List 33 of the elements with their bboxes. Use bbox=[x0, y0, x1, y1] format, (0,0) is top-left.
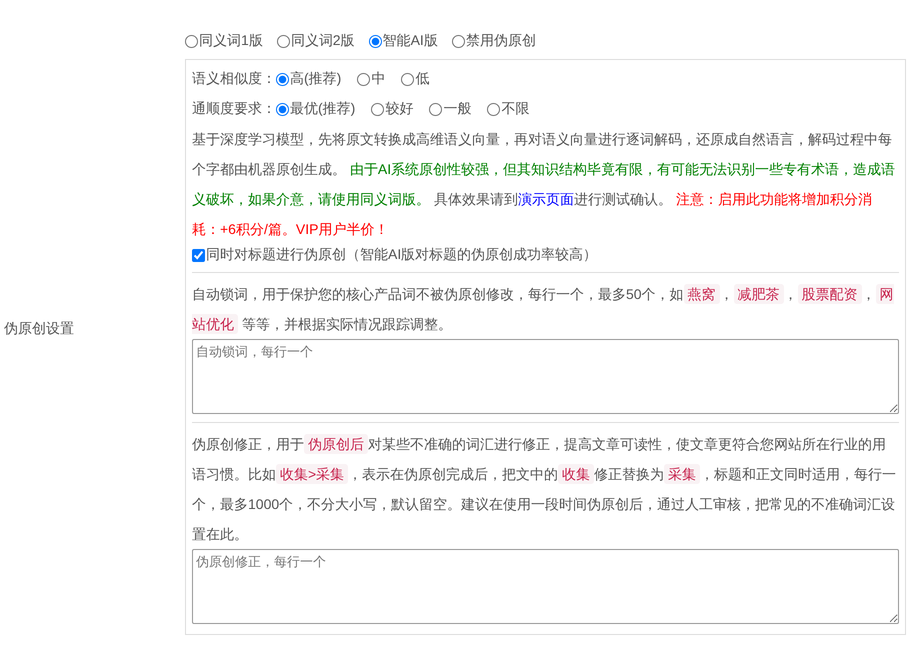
radio-option[interactable]: 同义词2版 bbox=[276, 32, 355, 50]
radio-button[interactable] bbox=[401, 72, 414, 86]
radio-option[interactable]: 低 bbox=[401, 70, 430, 88]
lock-words-field[interactable]: 自动锁词，每行一个 bbox=[192, 339, 899, 414]
setting-label: 语义相似度： bbox=[192, 70, 276, 88]
setting-label: 通顺度要求： bbox=[192, 100, 276, 118]
radio-option[interactable]: 智能AI版 bbox=[368, 32, 438, 50]
radio-button[interactable] bbox=[368, 34, 382, 48]
radio-button[interactable] bbox=[276, 102, 289, 116]
radio-option[interactable]: 禁用伪原创 bbox=[452, 32, 536, 50]
correction-description: 伪原创修正，用于 伪原创后 对某些不准确的词汇进行修正，提高文章可读性，使文章更符合您网站所在行业的用语习惯。比如 收集>采集 ，表示在伪原创完成后，把文中的 收集 修正替换为 采集 ，标题和正文同时适用，每行一个，最多1000个，不分大小写，默认留空。建议在使用一段时间伪原创后，通过人工审核，把常见的不准确词汇设置在此。 bbox=[192, 433, 898, 544]
radio-option[interactable]: 同义词1版 bbox=[185, 32, 263, 50]
ai-description: 基于深度学习模型，先将原文转换成高维语义向量，再对语义向量进行逐词解码，还原成自然语言，解码过程中每个字都由机器原创生成。 由于AI系统原创性较强，但其知识结构毕竟有限，有可能无法识别一些专有术语，造成语义破坏，如果介意，请使用同义词版。 具体效果请到演示页面进行测试确认。 注意：启用此功能将增加积分消耗：+6积分/篇。VIP用户半价！ bbox=[192, 130, 896, 239]
radio-option[interactable]: 较好 bbox=[371, 100, 414, 118]
radio-button[interactable] bbox=[487, 102, 500, 116]
radio-option[interactable]: 不限 bbox=[487, 100, 530, 118]
radio-button[interactable] bbox=[429, 102, 442, 116]
radio-option[interactable]: 一般 bbox=[429, 100, 472, 118]
radio-option[interactable]: 最优(推荐) bbox=[276, 100, 356, 118]
radio-button[interactable] bbox=[185, 34, 198, 48]
radio-button[interactable] bbox=[276, 72, 289, 86]
radio-option[interactable]: 中 bbox=[357, 70, 386, 88]
section-label: 伪原创设置 bbox=[3, 320, 75, 338]
radio-button[interactable] bbox=[357, 72, 370, 86]
radio-button[interactable] bbox=[371, 102, 384, 116]
lock-words-description: 自动锁词，用于保护您的核心产品词不被伪原创修改，每行一个，最多50个，如 燕窝 ， 减肥茶 ， 股票配资 ， 网站优化 等等，并根据实际情况跟踪调整。 bbox=[192, 283, 895, 336]
checkbox[interactable] bbox=[192, 248, 205, 262]
radio-option[interactable]: 高(推荐) bbox=[276, 70, 342, 88]
radio-button[interactable] bbox=[276, 34, 290, 48]
radio-button[interactable] bbox=[452, 34, 465, 48]
title-checkbox-option[interactable]: 同时对标题进行伪原创（智能AI版对标题的伪原创成功率较高） bbox=[192, 246, 899, 264]
demo-page-link[interactable]: 演示页面 bbox=[518, 191, 574, 207]
correction-field[interactable]: 伪原创修正，每行一个 bbox=[192, 549, 899, 624]
